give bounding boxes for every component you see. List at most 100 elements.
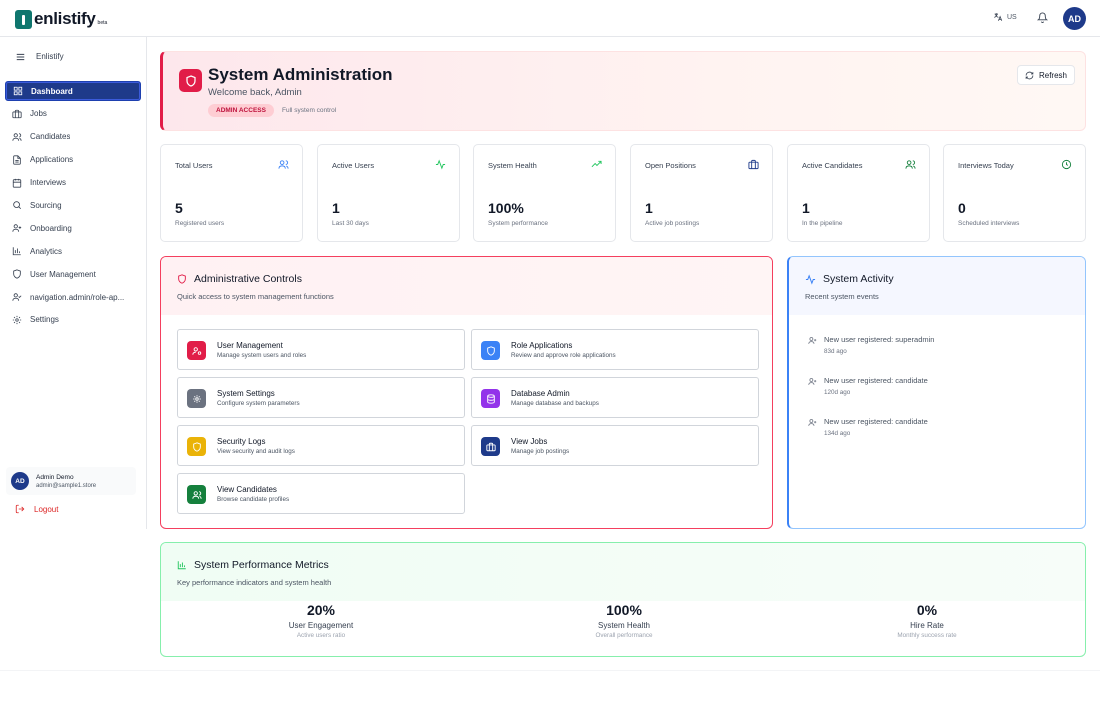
language-selector[interactable]: US bbox=[993, 12, 1017, 22]
admin-controls-card: Administrative Controls Quick access to … bbox=[160, 256, 773, 529]
card-header: Administrative Controls Quick access to … bbox=[161, 257, 772, 315]
sidebar-item-user-management[interactable]: User Management bbox=[5, 264, 141, 284]
sidebar-item-jobs[interactable]: Jobs bbox=[5, 104, 141, 124]
sidebar-item-onboarding[interactable]: Onboarding bbox=[5, 218, 141, 238]
stat-label: Interviews Today bbox=[958, 161, 1014, 170]
sidebar-user-card[interactable]: AD Admin Demo admin@sample1.store bbox=[6, 467, 136, 495]
stat-card-active-users: Active Users 1 Last 30 days bbox=[317, 144, 460, 242]
sidebar-item-applications[interactable]: Applications bbox=[5, 150, 141, 170]
card-subtitle: Quick access to system management functi… bbox=[177, 292, 334, 301]
control-desc: Manage job postings bbox=[511, 448, 570, 455]
control-title: User Management bbox=[217, 341, 283, 350]
sidebar-item-label: Interviews bbox=[30, 178, 67, 188]
stat-value: 100% bbox=[488, 200, 524, 216]
sidebar-item-sourcing[interactable]: Sourcing bbox=[5, 195, 141, 215]
stat-desc: Scheduled interviews bbox=[958, 220, 1020, 227]
control-view-candidates[interactable]: View Candidates Browse candidate profile… bbox=[177, 473, 465, 514]
refresh-button[interactable]: Refresh bbox=[1017, 65, 1075, 85]
brand-suffix: beta bbox=[97, 20, 108, 26]
card-header: System Performance Metrics Key performan… bbox=[161, 543, 1085, 601]
activity-time: 120d ago bbox=[824, 389, 851, 396]
user-avatar[interactable]: AD bbox=[1063, 7, 1086, 30]
footer-divider bbox=[0, 670, 1100, 671]
control-desc: Browse candidate profiles bbox=[217, 496, 290, 503]
stat-desc: Active job postings bbox=[645, 220, 700, 227]
stat-desc: In the pipeline bbox=[802, 220, 843, 227]
control-title: Security Logs bbox=[217, 437, 266, 446]
sidebar-item-analytics[interactable]: Analytics bbox=[5, 241, 141, 261]
sidebar-item-label: Candidates bbox=[30, 132, 71, 142]
metric-label: System Health bbox=[597, 621, 651, 630]
control-desc: Configure system parameters bbox=[217, 400, 300, 407]
control-role-applications[interactable]: Role Applications Review and approve rol… bbox=[471, 329, 759, 370]
card-title: Administrative Controls bbox=[177, 273, 302, 285]
sidebar-item-settings[interactable]: Settings bbox=[5, 310, 141, 330]
control-desc: Manage database and backups bbox=[511, 400, 599, 407]
users-icon bbox=[12, 133, 22, 141]
page-subtitle: Welcome back, Admin bbox=[208, 87, 302, 98]
calendar-icon bbox=[12, 178, 22, 188]
gear-icon bbox=[12, 315, 22, 325]
sidebar-item-label: Onboarding bbox=[30, 223, 72, 233]
brand-logo[interactable]: enlistify beta bbox=[15, 9, 107, 29]
control-database-admin[interactable]: Database Admin Manage database and backu… bbox=[471, 377, 759, 418]
sidebar-header: Enlistify bbox=[16, 52, 64, 61]
menu-icon[interactable] bbox=[16, 53, 25, 61]
control-user-management[interactable]: User Management Manage system users and … bbox=[177, 329, 465, 370]
user-email: admin@sample1.store bbox=[36, 482, 97, 489]
language-code: US bbox=[1007, 13, 1017, 21]
trending-up-icon bbox=[591, 160, 602, 168]
sidebar-item-dashboard[interactable]: Dashboard bbox=[5, 81, 141, 101]
notifications-button[interactable] bbox=[1037, 12, 1048, 23]
card-title-text: Administrative Controls bbox=[194, 273, 302, 285]
top-bar: enlistify beta US AD bbox=[0, 0, 1100, 37]
stat-label: Open Positions bbox=[645, 161, 696, 170]
shopping-bag-icon bbox=[15, 9, 32, 29]
card-title: System Activity bbox=[805, 273, 894, 285]
metric-hire-rate: 0% Hire Rate Monthly success rate bbox=[827, 602, 1027, 639]
stat-card-system-health: System Health 100% System performance bbox=[473, 144, 616, 242]
control-security-logs[interactable]: Security Logs View security and audit lo… bbox=[177, 425, 465, 466]
sidebar-item-label: Jobs bbox=[30, 109, 47, 119]
clock-icon bbox=[1061, 159, 1072, 170]
search-icon bbox=[13, 201, 22, 210]
user-name: Admin Demo bbox=[36, 473, 74, 481]
metric-user-engagement: 20% User Engagement Active users ratio bbox=[221, 602, 421, 639]
control-system-settings[interactable]: System Settings Configure system paramet… bbox=[177, 377, 465, 418]
stat-desc: Registered users bbox=[175, 220, 225, 227]
card-subtitle: Recent system events bbox=[805, 292, 879, 301]
logout-button[interactable]: Logout bbox=[15, 504, 58, 514]
sidebar-item-interviews[interactable]: Interviews bbox=[5, 173, 141, 193]
page-title: System Administration bbox=[208, 65, 393, 84]
shield-icon bbox=[179, 69, 202, 92]
sidebar-item-candidates[interactable]: Candidates bbox=[5, 127, 141, 147]
stat-card-open-positions: Open Positions 1 Active job postings bbox=[630, 144, 773, 242]
sidebar-item-label: navigation.admin/role-ap... bbox=[30, 292, 125, 302]
control-desc: Manage system users and roles bbox=[217, 352, 307, 359]
stat-desc: System performance bbox=[488, 220, 548, 227]
file-text-icon bbox=[13, 155, 21, 165]
sidebar-item-label: Dashboard bbox=[31, 86, 73, 96]
shield-icon bbox=[481, 341, 500, 360]
sidebar-item-role-applications[interactable]: navigation.admin/role-ap... bbox=[5, 287, 141, 307]
sidebar-item-label: Analytics bbox=[30, 246, 63, 256]
stat-label: Active Users bbox=[332, 161, 375, 170]
metric-label: User Engagement bbox=[288, 621, 354, 630]
sidebar-app-name: Enlistify bbox=[36, 52, 64, 61]
stat-card-total-users: Total Users 5 Registered users bbox=[160, 144, 303, 242]
users-icon bbox=[905, 160, 916, 169]
sidebar-item-label: Applications bbox=[30, 155, 74, 165]
briefcase-icon bbox=[748, 159, 759, 170]
control-title: View Candidates bbox=[217, 485, 277, 494]
shield-icon bbox=[187, 437, 206, 456]
user-info: Admin Demo admin@sample1.store bbox=[36, 474, 96, 489]
stat-label: System Health bbox=[488, 161, 537, 170]
metric-desc: Overall performance bbox=[595, 632, 653, 639]
activity-time: 83d ago bbox=[824, 348, 847, 355]
refresh-icon bbox=[1025, 71, 1034, 79]
stat-value: 5 bbox=[175, 200, 183, 216]
shield-icon bbox=[13, 269, 21, 279]
control-desc: Review and approve role applications bbox=[511, 352, 616, 359]
control-view-jobs[interactable]: View Jobs Manage job postings bbox=[471, 425, 759, 466]
users-icon bbox=[278, 160, 289, 169]
